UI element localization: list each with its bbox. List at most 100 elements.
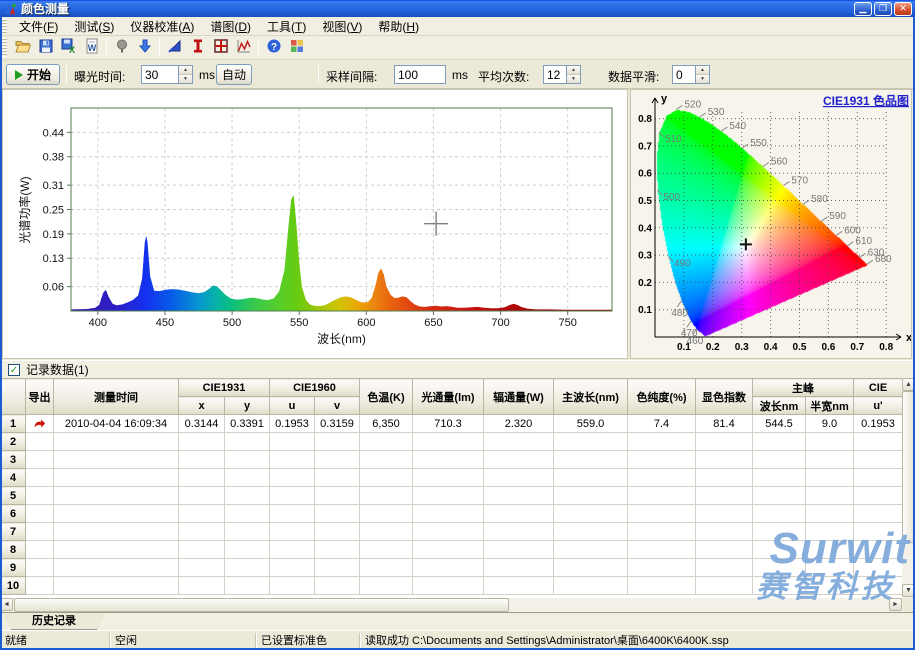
data-cell	[179, 505, 225, 523]
drag-gripper[interactable]	[2, 19, 7, 33]
calibrate-flag-button[interactable]	[163, 37, 186, 58]
menu-h[interactable]: 帮助(H)	[370, 17, 427, 36]
column-group-header[interactable]: CIE1960	[270, 379, 360, 397]
scroll-right-icon[interactable]: ►	[889, 598, 902, 611]
data-cell	[628, 487, 696, 505]
spinner-buttons[interactable]: ▲▼	[695, 66, 709, 83]
menu-t[interactable]: 工具(T)	[259, 17, 314, 36]
data-cell	[179, 469, 225, 487]
menu-s[interactable]: 测试(S)	[66, 17, 122, 36]
data-cell	[413, 487, 484, 505]
drag-gripper[interactable]	[2, 38, 7, 56]
save-button[interactable]	[34, 37, 57, 58]
export-excel-button[interactable]: X	[57, 37, 80, 58]
export-word-button[interactable]: W	[80, 37, 103, 58]
export-arrow-icon[interactable]	[33, 417, 46, 429]
column-header[interactable]	[1, 379, 26, 415]
data-cell	[315, 577, 360, 595]
spinner-buttons[interactable]: ▲▼	[178, 66, 192, 83]
column-header[interactable]: x	[179, 397, 225, 415]
data-cell: 9.0	[806, 415, 854, 433]
status-field-3: 读取成功 C:\Documents and Settings\Administr…	[360, 633, 915, 649]
menu-f[interactable]: 文件(F)	[11, 17, 66, 36]
data-cell	[413, 523, 484, 541]
start-button[interactable]: 开始	[6, 64, 60, 85]
help-button[interactable]: ?	[262, 37, 285, 58]
table-row-empty[interactable]: 10	[1, 577, 903, 595]
column-header[interactable]: 测量时间	[54, 379, 179, 415]
spectrum-curve-button[interactable]	[232, 37, 255, 58]
column-header[interactable]: u	[270, 397, 315, 415]
interval-input[interactable]	[394, 65, 446, 84]
table-row-empty[interactable]: 5	[1, 487, 903, 505]
table-row-empty[interactable]: 9	[1, 559, 903, 577]
color-palette-button[interactable]	[285, 37, 308, 58]
column-header[interactable]: 显色指数	[696, 379, 753, 415]
table-row-empty[interactable]: 2	[1, 433, 903, 451]
column-header[interactable]: 半宽nm	[806, 397, 854, 415]
spinner-buttons[interactable]: ▲▼	[566, 66, 580, 83]
data-cell	[484, 469, 554, 487]
column-header[interactable]: v	[315, 397, 360, 415]
row-number: 8	[1, 541, 26, 559]
column-group-header[interactable]: CIE1931	[179, 379, 270, 397]
data-cell	[179, 451, 225, 469]
open-folder-button[interactable]	[11, 37, 34, 58]
tab-history[interactable]: 历史记录	[2, 613, 106, 630]
column-header[interactable]: 色纯度(%)	[628, 379, 696, 415]
data-cell	[554, 469, 628, 487]
table-row-empty[interactable]: 7	[1, 523, 903, 541]
svg-text:590: 590	[829, 211, 846, 222]
horizontal-scrollbar[interactable]: ◄ ►	[0, 598, 903, 612]
charts-area: 4004505005506006507007500.060.130.190.25…	[0, 89, 915, 360]
column-group-header[interactable]: 主峰	[753, 379, 854, 397]
table-row-empty[interactable]: 8	[1, 541, 903, 559]
column-header[interactable]: 波长nm	[753, 397, 806, 415]
menu-d[interactable]: 谱图(D)	[202, 17, 259, 36]
data-cell	[554, 487, 628, 505]
restore-button[interactable]: ❐	[874, 2, 892, 16]
data-cell	[270, 487, 315, 505]
column-group-header[interactable]: CIE	[854, 379, 903, 397]
column-header[interactable]: 光通量(lm)	[413, 379, 484, 415]
data-cell: 81.4	[696, 415, 753, 433]
smooth-spinner[interactable]: 0 ▲▼	[672, 65, 710, 84]
data-cell	[484, 505, 554, 523]
spin-down-icon: ▼	[696, 75, 709, 83]
minimize-button[interactable]: ▁	[854, 2, 872, 16]
column-header[interactable]: 主波长(nm)	[554, 379, 628, 415]
table-row-empty[interactable]: 4	[1, 469, 903, 487]
target-cross-button[interactable]	[209, 37, 232, 58]
close-button[interactable]: ✕	[894, 2, 912, 16]
menu-v[interactable]: 视图(V)	[314, 17, 370, 36]
auto-button[interactable]: 自动	[216, 64, 252, 85]
record-data-checkbox[interactable]: ✓	[8, 364, 20, 376]
export-cell[interactable]	[26, 415, 54, 433]
exposure-spinner[interactable]: 30 ▲▼	[141, 65, 193, 84]
results-table: 导出测量时间CIE1931CIE1960色温(K)光通量(lm)辐通量(W)主波…	[0, 378, 903, 595]
average-spinner[interactable]: 12 ▲▼	[543, 65, 581, 84]
data-cell	[413, 559, 484, 577]
column-header[interactable]: y	[225, 397, 270, 415]
download-arrow-button[interactable]	[133, 37, 156, 58]
results-table-area: 导出测量时间CIE1931CIE1960色温(K)光通量(lm)辐通量(W)主波…	[0, 378, 915, 598]
menu-a[interactable]: 仪器校准(A)	[122, 17, 202, 36]
table-row-empty[interactable]: 6	[1, 505, 903, 523]
thermometer-button[interactable]	[186, 37, 209, 58]
column-header[interactable]: 色温(K)	[360, 379, 413, 415]
data-cell	[628, 577, 696, 595]
column-header[interactable]: u'	[854, 397, 903, 415]
table-row[interactable]: 12010-04-04 16:09:340.31440.33910.19530.…	[1, 415, 903, 433]
svg-text:700: 700	[491, 317, 509, 329]
status-bar: 就绪空闲已设置标准色读取成功 C:\Documents and Settings…	[0, 630, 915, 650]
table-row-empty[interactable]: 3	[1, 451, 903, 469]
data-cell: 559.0	[554, 415, 628, 433]
data-cell	[854, 559, 903, 577]
svg-text:0.8: 0.8	[638, 114, 652, 125]
svg-text:0.8: 0.8	[879, 342, 893, 353]
data-cell	[26, 469, 54, 487]
measure-dark-button[interactable]	[110, 37, 133, 58]
column-header[interactable]: 导出	[26, 379, 54, 415]
column-header[interactable]: 辐通量(W)	[484, 379, 554, 415]
horizontal-scroll-thumb[interactable]	[14, 598, 509, 612]
